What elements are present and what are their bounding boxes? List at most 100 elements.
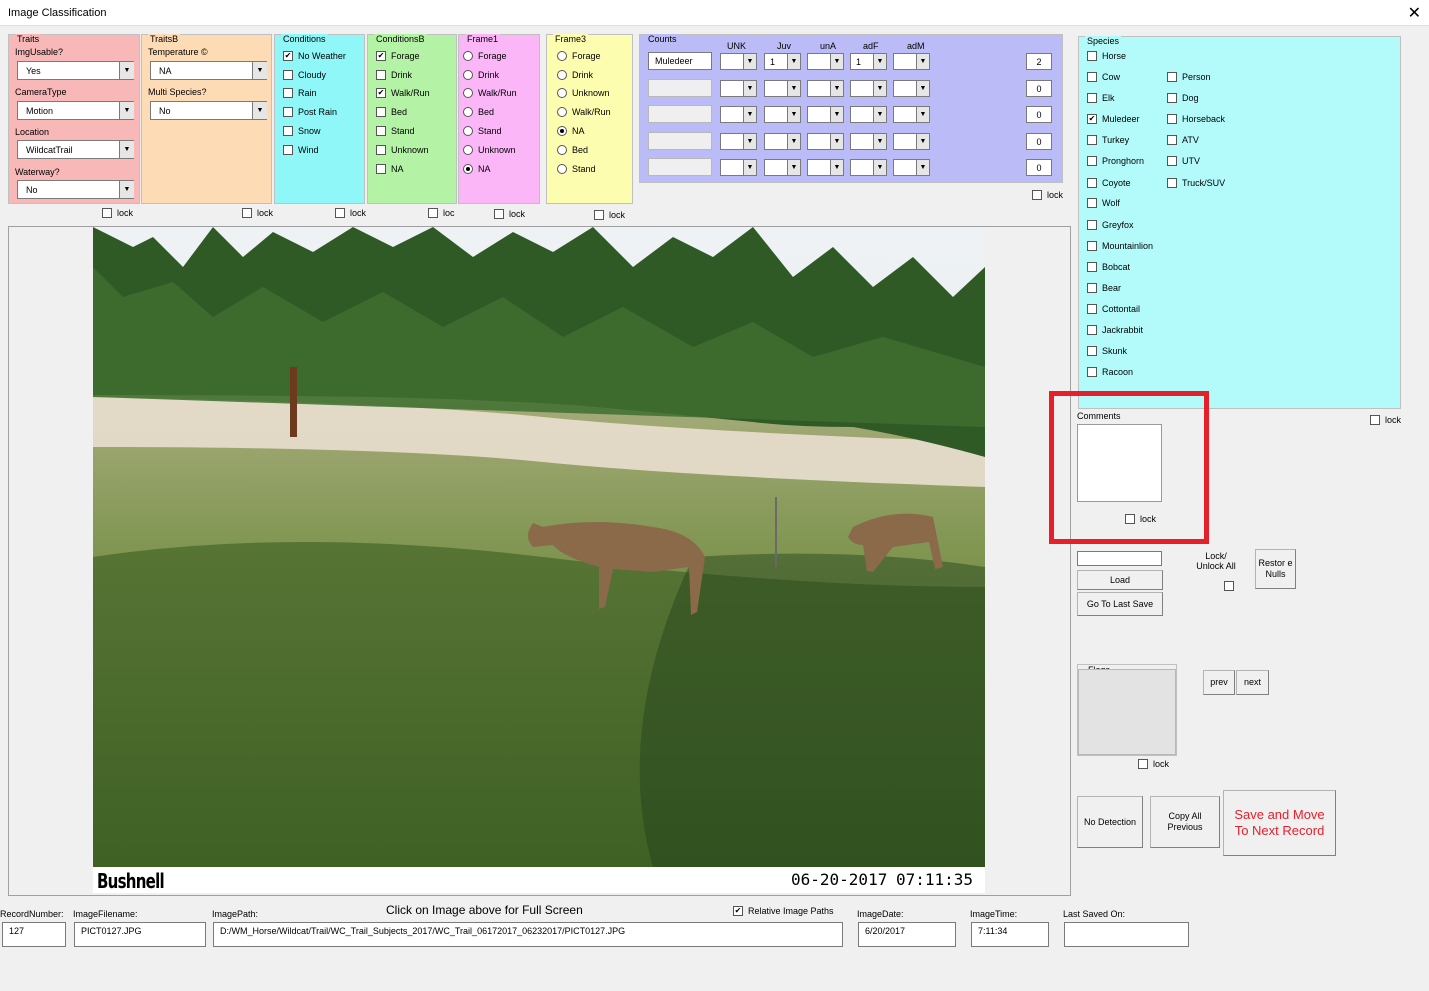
checkbox[interactable]: ✔ xyxy=(376,51,386,61)
species-racoon[interactable]: Racoon xyxy=(1087,367,1133,377)
count-adf-select[interactable]: 1 ▼ xyxy=(850,53,887,70)
checkbox[interactable] xyxy=(283,70,293,80)
checkbox[interactable] xyxy=(242,208,252,218)
count-juv-select[interactable]: ▼ xyxy=(764,133,801,150)
species-dog[interactable]: Dog xyxy=(1167,93,1199,103)
count-una-select[interactable]: ▼ xyxy=(807,159,844,176)
checkbox[interactable] xyxy=(1087,135,1097,145)
checkbox[interactable] xyxy=(376,126,386,136)
checkbox[interactable] xyxy=(1087,346,1097,356)
frame3-unknown[interactable]: Unknown xyxy=(557,88,610,98)
flags-list[interactable] xyxy=(1078,669,1176,755)
relative-image-paths-toggle[interactable]: ✔ Relative Image Paths xyxy=(733,906,834,916)
frame1-lock[interactable]: lock xyxy=(494,209,525,219)
traits-lock[interactable]: lock xyxy=(102,208,133,218)
checkbox[interactable] xyxy=(283,88,293,98)
species-wolf[interactable]: Wolf xyxy=(1087,198,1120,208)
count-juv-select[interactable]: ▼ xyxy=(764,106,801,123)
frame1-walk-run[interactable]: Walk/Run xyxy=(463,88,517,98)
species-atv[interactable]: ATV xyxy=(1167,135,1199,145)
count-juv-select[interactable]: ▼ xyxy=(764,80,801,97)
species-utv[interactable]: UTV xyxy=(1167,156,1200,166)
count-unk-select[interactable]: ▼ xyxy=(720,106,757,123)
count-adf-select[interactable]: ▼ xyxy=(850,159,887,176)
count-unk-select[interactable]: ▼ xyxy=(720,133,757,150)
radio[interactable] xyxy=(557,145,567,155)
conditionb-na[interactable]: NA xyxy=(376,164,404,174)
checkbox[interactable] xyxy=(1087,178,1097,188)
condition-rain[interactable]: Rain xyxy=(283,88,317,98)
count-species-field[interactable]: Muledeer xyxy=(648,52,712,70)
conditionb-bed[interactable]: Bed xyxy=(376,107,407,117)
species-bobcat[interactable]: Bobcat xyxy=(1087,262,1130,272)
species-horse[interactable]: Horse xyxy=(1087,51,1126,61)
checkbox[interactable] xyxy=(1087,198,1097,208)
checkbox[interactable] xyxy=(1087,262,1097,272)
checkbox[interactable] xyxy=(1087,156,1097,166)
count-species-field[interactable] xyxy=(648,132,712,150)
checkbox[interactable] xyxy=(1167,114,1177,124)
checkbox[interactable] xyxy=(283,145,293,155)
checkbox[interactable] xyxy=(1087,325,1097,335)
traitsb-lock[interactable]: lock xyxy=(242,208,273,218)
temperature-select[interactable]: NA ▼ xyxy=(150,61,267,80)
species-bear[interactable]: Bear xyxy=(1087,283,1121,293)
count-una-select[interactable]: ▼ xyxy=(807,53,844,70)
count-adm-select[interactable]: ▼ xyxy=(893,133,930,150)
conditionb-unknown[interactable]: Unknown xyxy=(376,145,429,155)
restore-nulls-button[interactable]: Restor e Nulls xyxy=(1255,549,1296,589)
location-select[interactable]: WildcatTrail ▼ xyxy=(17,140,134,159)
checkbox[interactable] xyxy=(1167,156,1177,166)
condition-no-weather[interactable]: ✔ No Weather xyxy=(283,51,346,61)
radio-selected[interactable] xyxy=(557,126,567,136)
checkbox[interactable] xyxy=(1087,72,1097,82)
checkbox[interactable] xyxy=(1087,93,1097,103)
checkbox[interactable] xyxy=(376,145,386,155)
image-date-field[interactable]: 6/20/2017 xyxy=(858,922,956,947)
trailcam-image[interactable]: Bushnell 06-20-2017 07:11:35 xyxy=(93,227,985,893)
frame3-stand[interactable]: Stand xyxy=(557,164,596,174)
frame3-forage[interactable]: Forage xyxy=(557,51,601,61)
comments-lock[interactable]: lock xyxy=(1125,514,1156,524)
checkbox[interactable] xyxy=(1087,304,1097,314)
image-path-field[interactable]: D:/WM_Horse/Wildcat/Trail/WC_Trail_Subje… xyxy=(213,922,843,947)
checkbox[interactable] xyxy=(1087,283,1097,293)
radio[interactable] xyxy=(557,70,567,80)
species-pronghorn[interactable]: Pronghorn xyxy=(1087,156,1144,166)
count-adf-select[interactable]: ▼ xyxy=(850,80,887,97)
camera-type-select[interactable]: Motion ▼ xyxy=(17,101,134,120)
conditionsb-lock[interactable]: loc xyxy=(428,208,455,218)
count-species-field[interactable] xyxy=(648,158,712,176)
frame3-lock[interactable]: lock xyxy=(594,210,625,220)
checkbox[interactable] xyxy=(1032,190,1042,200)
radio[interactable] xyxy=(557,107,567,117)
species-truck-suv[interactable]: Truck/SUV xyxy=(1167,178,1225,188)
species-horseback[interactable]: Horseback xyxy=(1167,114,1225,124)
conditionb-drink[interactable]: Drink xyxy=(376,70,412,80)
count-juv-select[interactable]: ▼ xyxy=(764,159,801,176)
species-greyfox[interactable]: Greyfox xyxy=(1087,220,1134,230)
prev-button[interactable]: prev xyxy=(1203,670,1235,695)
frame1-drink[interactable]: Drink xyxy=(463,70,499,80)
checkbox[interactable] xyxy=(1167,93,1177,103)
img-usable-select[interactable]: Yes ▼ xyxy=(17,61,134,80)
condition-post-rain[interactable]: Post Rain xyxy=(283,107,337,117)
species-elk[interactable]: Elk xyxy=(1087,93,1115,103)
conditionb-walk-run[interactable]: ✔ Walk/Run xyxy=(376,88,430,98)
checkbox[interactable] xyxy=(1370,415,1380,425)
count-una-select[interactable]: ▼ xyxy=(807,106,844,123)
frame1-forage[interactable]: Forage xyxy=(463,51,507,61)
conditionb-stand[interactable]: Stand xyxy=(376,126,415,136)
frame1-bed[interactable]: Bed xyxy=(463,107,494,117)
frame3-na[interactable]: NA xyxy=(557,126,585,136)
condition-snow[interactable]: Snow xyxy=(283,126,321,136)
checkbox[interactable] xyxy=(1125,514,1135,524)
count-adf-select[interactable]: ▼ xyxy=(850,106,887,123)
count-adm-select[interactable]: ▼ xyxy=(893,53,930,70)
checkbox[interactable] xyxy=(1087,241,1097,251)
species-jackrabbit[interactable]: Jackrabbit xyxy=(1087,325,1143,335)
species-mountainlion[interactable]: Mountainlion xyxy=(1087,241,1153,251)
multi-species-select[interactable]: No ▼ xyxy=(150,101,267,120)
count-species-field[interactable] xyxy=(648,79,712,97)
species-lock[interactable]: lock xyxy=(1370,415,1401,425)
